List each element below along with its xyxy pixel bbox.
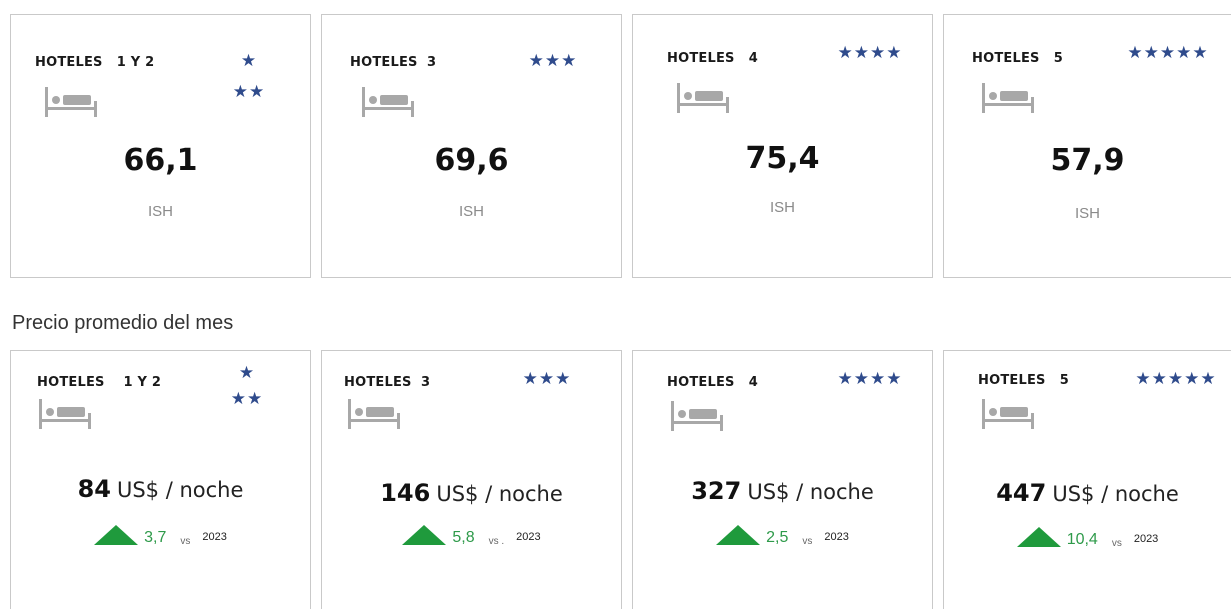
star-rating: ★★★ <box>518 53 588 70</box>
card-title: HOTELES 3 <box>344 375 431 390</box>
bed-icon <box>45 87 97 117</box>
price-unit: US$ / noche <box>116 478 244 502</box>
comparison-year: 2023 <box>824 531 849 543</box>
change-value: 10,4 <box>1066 531 1098 548</box>
ish-label: ISH <box>769 199 795 216</box>
card-title: HOTELES 4 <box>667 375 759 390</box>
occupancy-card-5: HOTELES 5 ★★★★★ 57,9 ISH <box>943 14 1231 278</box>
change-value: 2,5 <box>766 529 789 546</box>
occupancy-value: 66,1 <box>123 143 198 178</box>
comparison-year: 2023 <box>516 531 541 543</box>
ish-label: ISH <box>147 203 173 220</box>
vs-label: vs <box>802 536 813 547</box>
star-icon: ★★ <box>230 389 264 409</box>
price-card-5: HOTELES 5 ★★★★★ 447 US$ / noche 10,4 vs 202… <box>943 350 1231 609</box>
price-value: 84 US$ / noche <box>11 475 310 503</box>
bed-icon <box>362 87 414 117</box>
star-rating: ★★★★★ <box>1124 371 1228 388</box>
bed-icon <box>671 401 723 431</box>
price-value: 447 US$ / noche <box>944 479 1231 507</box>
price-unit: US$ / noche <box>436 482 563 506</box>
star-rating: ★ ★★ <box>219 53 279 101</box>
occupancy-card-1-2: HOTELES 1 Y 2 ★ ★★ 66,1 ISH <box>10 14 311 278</box>
star-rating: ★★★ <box>512 371 582 388</box>
comparison-year: 2023 <box>1133 533 1159 545</box>
triangle-up-icon <box>402 525 447 545</box>
star-icon: ★ <box>240 51 258 71</box>
vs-label: vs <box>1111 538 1122 549</box>
price-value: 146 US$ / noche <box>322 479 621 507</box>
change-indicator: 2,5 vs 2023 <box>633 525 932 547</box>
price-unit: US$ / noche <box>747 480 874 504</box>
vs-label: vs <box>180 536 191 547</box>
card-title: HOTELES 4 <box>667 51 759 66</box>
star-rating: ★★★★ <box>827 45 913 62</box>
bed-icon <box>982 399 1034 429</box>
star-icon: ★ <box>238 363 256 383</box>
price-number: 84 <box>77 475 111 503</box>
change-indicator: 3,7 vs 2023 <box>11 525 310 547</box>
star-icon: ★★★★★ <box>1135 369 1217 389</box>
price-unit: US$ / noche <box>1052 482 1179 506</box>
card-title: HOTELES 3 <box>350 55 437 70</box>
bed-icon <box>39 399 91 429</box>
star-icon: ★★ <box>232 82 266 102</box>
change-value: 3,7 <box>144 529 167 546</box>
triangle-up-icon <box>94 525 139 545</box>
star-icon: ★★★★ <box>837 369 903 389</box>
price-number: 146 <box>380 479 431 507</box>
ish-label: ISH <box>1074 205 1100 222</box>
star-icon: ★★★ <box>528 51 578 71</box>
card-title: HOTELES 1 Y 2 <box>37 375 162 390</box>
triangle-up-icon <box>1016 527 1061 547</box>
change-value: 5,8 <box>452 529 475 546</box>
triangle-up-icon <box>716 525 761 545</box>
occupancy-card-4: HOTELES 4 ★★★★ 75,4 ISH <box>632 14 933 278</box>
star-icon: ★★★★★ <box>1127 43 1209 63</box>
star-icon: ★★★★ <box>837 43 903 63</box>
bed-icon <box>982 83 1034 113</box>
occupancy-card-3: HOTELES 3 ★★★ 69,6 ISH <box>321 14 622 278</box>
bed-icon <box>348 399 400 429</box>
occupancy-value: 57,9 <box>1050 143 1125 178</box>
bed-icon <box>677 83 729 113</box>
star-rating: ★ ★★ <box>217 365 277 408</box>
comparison-year: 2023 <box>202 531 227 543</box>
price-number: 327 <box>691 477 742 505</box>
star-rating: ★★★★ <box>827 371 913 388</box>
card-title: HOTELES 5 <box>978 373 1070 388</box>
price-number: 447 <box>996 479 1047 507</box>
change-indicator: 5,8 vs . 2023 <box>322 525 621 547</box>
change-indicator: 10,4 vs 2023 <box>944 527 1231 549</box>
card-title: HOTELES 5 <box>972 51 1064 66</box>
occupancy-value: 75,4 <box>745 141 820 176</box>
price-value: 327 US$ / noche <box>633 477 932 505</box>
occupancy-value: 69,6 <box>434 143 509 178</box>
star-icon: ★★★ <box>522 369 572 389</box>
price-card-4: HOTELES 4 ★★★★ 327 US$ / noche 2,5 vs 2023 <box>632 350 933 609</box>
card-title: HOTELES 1 Y 2 <box>35 55 155 70</box>
price-card-3: HOTELES 3 ★★★ 146 US$ / noche 5,8 vs . 2023 <box>321 350 622 609</box>
section-title: Precio promedio del mes <box>12 312 234 334</box>
vs-label: vs . <box>488 536 505 547</box>
star-rating: ★★★★★ <box>1116 45 1220 62</box>
price-card-1-2: HOTELES 1 Y 2 ★ ★★ 84 US$ / noche 3,7 vs 20… <box>10 350 311 609</box>
ish-label: ISH <box>458 203 484 220</box>
